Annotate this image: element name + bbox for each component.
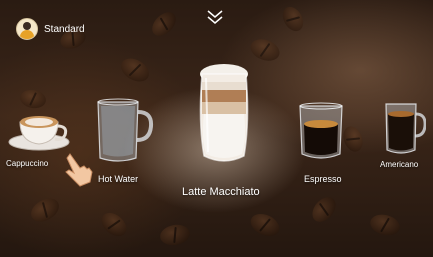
latte-macchiato-glass-icon bbox=[199, 64, 249, 162]
double-chevron-down-icon[interactable] bbox=[206, 8, 224, 26]
mode-label: Standard bbox=[44, 23, 85, 35]
drink-label: Americano bbox=[380, 160, 419, 169]
background-bean bbox=[247, 35, 283, 65]
drink-cappuccino[interactable]: Cappuccino bbox=[6, 104, 72, 172]
drink-americano[interactable]: Americano bbox=[378, 100, 428, 170]
americano-glass-icon bbox=[385, 103, 426, 154]
background-bean bbox=[117, 53, 153, 87]
hand-pointer-icon bbox=[65, 153, 93, 187]
drink-label: Cappuccino bbox=[6, 159, 49, 168]
cappuccino-cup-icon bbox=[8, 116, 70, 151]
espresso-glass-icon bbox=[299, 102, 343, 159]
background-bean bbox=[307, 192, 341, 227]
hot-water-glass-icon bbox=[97, 98, 154, 162]
drink-latte-macchiato[interactable]: Latte Macchiato bbox=[182, 62, 268, 204]
mode-selector[interactable]: Standard bbox=[16, 18, 85, 40]
drink-hot-water[interactable]: Hot Water bbox=[92, 96, 156, 190]
drink-label: Hot Water bbox=[98, 174, 139, 184]
background-bean bbox=[367, 211, 403, 239]
background-bean bbox=[158, 222, 192, 248]
drink-espresso[interactable]: Espresso bbox=[296, 100, 352, 190]
background-bean bbox=[247, 209, 283, 241]
background-bean bbox=[97, 208, 131, 241]
drink-label: Espresso bbox=[304, 174, 342, 184]
background-bean bbox=[147, 7, 181, 41]
user-avatar-icon bbox=[16, 18, 38, 40]
background-bean bbox=[27, 193, 63, 227]
background-bean bbox=[278, 3, 308, 35]
coffee-machine-screen: Standard Cappuccino Hot Water Latte Macc… bbox=[0, 0, 433, 257]
drink-label: Latte Macchiato bbox=[182, 186, 260, 198]
